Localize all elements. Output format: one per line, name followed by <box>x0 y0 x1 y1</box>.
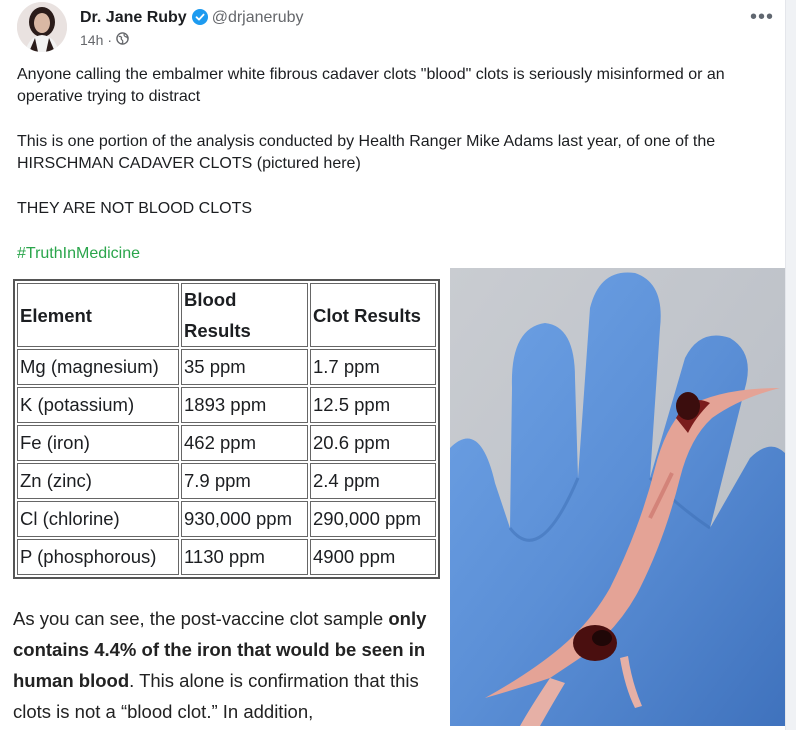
table-row: Mg (magnesium) 35 ppm 1.7 ppm <box>17 349 436 385</box>
table-cell: 20.6 ppm <box>310 425 436 461</box>
table-cell: 462 ppm <box>181 425 308 461</box>
caption-text: As you can see, the post-vaccine clot sa… <box>13 608 389 629</box>
table-cell: 35 ppm <box>181 349 308 385</box>
post-text: Anyone calling the embalmer white fibrou… <box>17 64 777 288</box>
table-cell: 1130 ppm <box>181 539 308 575</box>
hashtag-link[interactable]: #TruthInMedicine <box>17 243 777 265</box>
table-cell: 4900 ppm <box>310 539 436 575</box>
table-cell: Mg (magnesium) <box>17 349 179 385</box>
author-avatar[interactable] <box>17 2 67 52</box>
table-header: Clot Results <box>310 283 436 347</box>
table-header: Blood Results <box>181 283 308 347</box>
table-cell: Fe (iron) <box>17 425 179 461</box>
attached-image-table[interactable]: Element Blood Results Clot Results Mg (m… <box>0 268 448 730</box>
table-cell: Cl (chlorine) <box>17 501 179 537</box>
table-row: K (potassium) 1893 ppm 12.5 ppm <box>17 387 436 423</box>
author-name[interactable]: Dr. Jane Ruby <box>80 9 187 26</box>
avatar-image <box>17 2 67 52</box>
table-cell: 1.7 ppm <box>310 349 436 385</box>
table-cell: 2.4 ppm <box>310 463 436 499</box>
table-row: P (phosphorous) 1130 ppm 4900 ppm <box>17 539 436 575</box>
meta-separator: · <box>107 32 113 48</box>
table-header: Element <box>17 283 179 347</box>
post-paragraph: This is one portion of the analysis cond… <box>17 133 716 172</box>
verified-badge-icon <box>191 9 208 31</box>
post-paragraph: THEY ARE NOT BLOOD CLOTS <box>17 200 253 217</box>
table-cell: P (phosphorous) <box>17 539 179 575</box>
table-row: Zn (zinc) 7.9 ppm 2.4 ppm <box>17 463 436 499</box>
table-cell: Zn (zinc) <box>17 463 179 499</box>
table-cell: 12.5 ppm <box>310 387 436 423</box>
attached-image-clot-photo[interactable] <box>450 268 785 726</box>
table-cell: 7.9 ppm <box>181 463 308 499</box>
post-meta: 14h · <box>80 32 129 48</box>
table-cell: 290,000 ppm <box>310 501 436 537</box>
table-cell: 1893 ppm <box>181 387 308 423</box>
image-caption: As you can see, the post-vaccine clot sa… <box>13 603 443 727</box>
table-row: Fe (iron) 462 ppm 20.6 ppm <box>17 425 436 461</box>
table-cell: 930,000 ppm <box>181 501 308 537</box>
author-line: Dr. Jane Ruby @drjaneruby <box>80 8 304 31</box>
more-options-icon[interactable]: ••• <box>750 6 774 29</box>
gloved-hand-clot-photo <box>450 268 785 726</box>
feed-post: Dr. Jane Ruby @drjaneruby 14h · ••• Anyon… <box>0 0 786 730</box>
post-time[interactable]: 14h <box>80 32 103 48</box>
scrollbar[interactable] <box>785 0 796 730</box>
table-row: Cl (chlorine) 930,000 ppm 290,000 ppm <box>17 501 436 537</box>
table-cell: K (potassium) <box>17 387 179 423</box>
post-paragraph: Anyone calling the embalmer white fibrou… <box>17 66 725 105</box>
globe-icon <box>116 32 129 48</box>
author-handle[interactable]: @drjaneruby <box>212 9 304 26</box>
table-header-row: Element Blood Results Clot Results <box>17 283 436 347</box>
results-table: Element Blood Results Clot Results Mg (m… <box>13 279 440 579</box>
